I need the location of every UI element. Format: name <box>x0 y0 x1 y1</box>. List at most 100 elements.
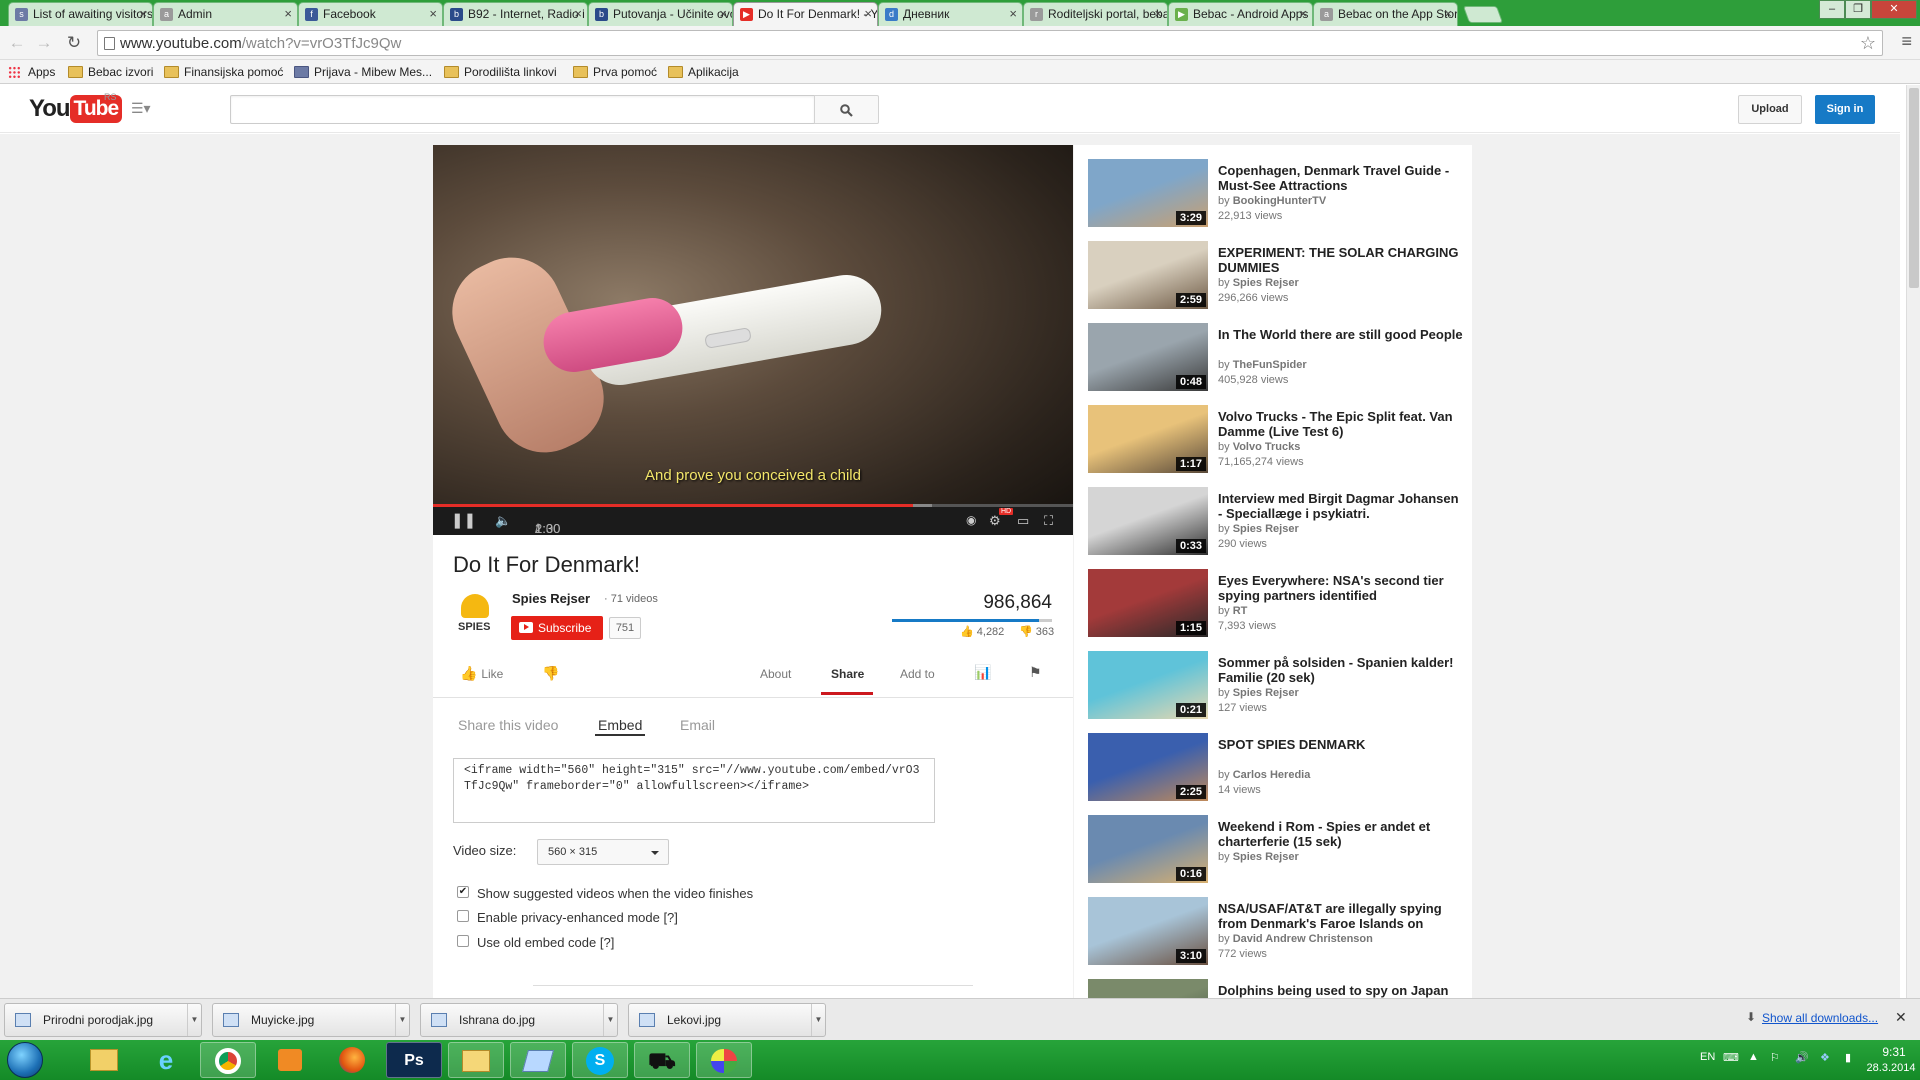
video-size-select[interactable]: 560 × 315 <box>537 839 669 865</box>
privacy-mode-checkbox[interactable] <box>457 910 469 922</box>
tab-share-this-video[interactable]: Share this video <box>458 717 558 733</box>
related-video-item[interactable]: 3:29 Copenhagen, Denmark Travel Guide - M… <box>1088 159 1468 229</box>
notepad-icon[interactable] <box>510 1042 566 1078</box>
tab-admin[interactable]: a Admin × <box>153 2 298 26</box>
firefox-icon[interactable] <box>324 1042 380 1078</box>
video-thumbnail[interactable]: 0:48 <box>1088 323 1208 391</box>
video-thumbnail[interactable]: 0:33 <box>1088 487 1208 555</box>
video-thumbnail[interactable]: 0:16 <box>1088 815 1208 883</box>
tab-putovanja[interactable]: b Putovanja - Učinite ovo × <box>588 2 733 26</box>
close-icon[interactable]: × <box>1009 3 1017 25</box>
paint-icon[interactable] <box>696 1042 752 1078</box>
tab-dnevnik[interactable]: d Дневник × <box>878 2 1023 26</box>
forward-arrow-icon[interactable]: → <box>32 31 56 55</box>
suggested-videos-checkbox[interactable]: ✔ <box>457 886 469 898</box>
channel-name-link[interactable]: Spies Rejser <box>512 591 590 606</box>
video-thumbnail[interactable]: 0:21 <box>1088 651 1208 719</box>
window-close-button[interactable]: ✕ <box>1871 0 1917 19</box>
close-icon[interactable]: ✕ <box>1895 1009 1907 1026</box>
channel-video-count[interactable]: · 71 videos <box>604 593 658 605</box>
related-video-title[interactable]: Copenhagen, Denmark Travel Guide - Must-… <box>1218 163 1463 193</box>
clock-date[interactable]: 28.3.2014 <box>1866 1062 1916 1074</box>
youtube-logo[interactable]: You Tube RS <box>29 92 123 123</box>
video-thumbnail[interactable]: 3:10 <box>1088 897 1208 965</box>
start-button[interactable] <box>7 1042 43 1078</box>
dropbox-icon[interactable]: ❖ <box>1820 1051 1830 1064</box>
chevron-down-icon[interactable]: ▼ <box>187 1004 201 1036</box>
download-item[interactable]: Prirodni porodjak.jpg ▼ <box>4 1003 202 1037</box>
address-bar[interactable]: www.youtube.com/watch?v=vrO3TfJc9Qw ☆ <box>97 30 1883 56</box>
related-video-title[interactable]: Interview med Birgit Dagmar Johansen - S… <box>1218 491 1463 521</box>
close-icon[interactable]: × <box>1444 3 1452 25</box>
close-icon[interactable]: × <box>574 3 582 25</box>
related-video-title[interactable]: Eyes Everywhere: NSA's second tier spyin… <box>1218 573 1463 603</box>
back-arrow-icon[interactable]: ← <box>5 31 29 55</box>
related-video-title[interactable]: NSA/USAF/AT&T are illegally spying from … <box>1218 901 1463 931</box>
mute-icon[interactable]: 🔈 <box>495 513 511 529</box>
guide-menu-icon[interactable]: ☰▾ <box>131 100 151 117</box>
chevron-down-icon[interactable]: ▼ <box>811 1004 825 1036</box>
video-thumbnail[interactable]: 1:17 <box>1088 405 1208 473</box>
video-player[interactable]: And prove you conceived a child ❚❚ 🔈 1:3… <box>433 145 1073 535</box>
video-thumbnail[interactable]: 3:29 <box>1088 159 1208 227</box>
related-video-title[interactable]: EXPERIMENT: THE SOLAR CHARGING DUMMIES <box>1218 245 1463 275</box>
bookmark-prijava-mibew[interactable]: Prijava - Mibew Mes... <box>294 64 432 80</box>
chevron-down-icon[interactable]: ▼ <box>395 1004 409 1036</box>
bookmark-porodilista-linkovi[interactable]: Porodilišta linkovi <box>444 64 557 80</box>
flag-icon[interactable]: ⚑ <box>1029 664 1042 681</box>
tab-youtube-active[interactable]: ▶ Do It For Denmark! - YouTube× <box>733 2 878 26</box>
fullscreen-icon[interactable]: ⛶ <box>1044 513 1053 529</box>
related-video-item[interactable]: 1:17 Volvo Trucks - The Epic Split feat. … <box>1088 405 1468 475</box>
chevron-down-icon[interactable]: ▼ <box>603 1004 617 1036</box>
related-video-title[interactable]: In The World there are still good People <box>1218 327 1463 342</box>
bookmark-finansijska-pomoc[interactable]: Finansijska pomoć <box>164 64 283 80</box>
related-video-title[interactable]: Weekend i Rom - Spies er andet et charte… <box>1218 819 1463 849</box>
tab-awaiting-visitors[interactable]: s List of awaiting visitors × <box>8 2 153 26</box>
tab-roditeljski-portal[interactable]: r Roditeljski portal, beba × <box>1023 2 1168 26</box>
related-video-item[interactable]: 0:33 Interview med Birgit Dagmar Johansen… <box>1088 487 1468 557</box>
page-scrollbar[interactable] <box>1906 85 1920 998</box>
tab-b92[interactable]: b B92 - Internet, Radio i TV× <box>443 2 588 26</box>
old-embed-checkbox[interactable] <box>457 935 469 947</box>
tab-google-play[interactable]: ▶ Bebac - Android Apps on Google Play× <box>1168 2 1313 26</box>
search-button[interactable] <box>814 95 879 124</box>
related-video-title[interactable]: SPOT SPIES DENMARK <box>1218 737 1463 752</box>
embed-code-textarea[interactable]: <iframe width="560" height="315" src="//… <box>453 758 935 823</box>
bookmark-star-icon[interactable]: ☆ <box>1860 33 1876 54</box>
close-icon[interactable]: × <box>864 3 872 25</box>
bookmark-bebac-izvori[interactable]: Bebac izvori <box>68 64 153 80</box>
channel-avatar[interactable]: SPIES <box>454 592 498 636</box>
annotations-icon[interactable]: ◉ <box>966 513 976 527</box>
bookmark-aplikacija[interactable]: Aplikacija <box>668 64 739 80</box>
photoshop-icon[interactable]: Ps <box>386 1042 442 1078</box>
related-video-item[interactable]: 0:21 Sommer på solsiden - Spanien kalder!… <box>1088 651 1468 721</box>
dislike-button[interactable]: 👎 <box>542 665 559 682</box>
internet-explorer-icon[interactable]: e <box>138 1042 194 1078</box>
action-center-icon[interactable]: ⚐ <box>1770 1051 1780 1064</box>
like-button[interactable]: 👍 Like <box>460 665 503 682</box>
related-video-item[interactable]: 0:16 Weekend i Rom - Spies er andet et ch… <box>1088 815 1468 885</box>
bookmark-prva-pomoc[interactable]: Prva pomoć <box>573 64 657 80</box>
tab-add-to[interactable]: Add to <box>900 667 935 681</box>
volume-icon[interactable]: 🔊 <box>1795 1051 1809 1064</box>
upload-button[interactable]: Upload <box>1738 95 1802 124</box>
close-icon[interactable]: × <box>429 3 437 25</box>
network-app-icon[interactable]: ⛟ <box>634 1042 690 1078</box>
download-item[interactable]: Ishrana do.jpg ▼ <box>420 1003 618 1037</box>
chrome-icon[interactable] <box>200 1042 256 1078</box>
related-video-title[interactable]: Volvo Trucks - The Epic Split feat. Van … <box>1218 409 1463 439</box>
show-hidden-icons-icon[interactable]: ▲ <box>1748 1051 1759 1063</box>
related-video-item[interactable]: Dolphins being used to spy on Japan <box>1088 979 1468 998</box>
search-input[interactable] <box>230 95 815 124</box>
minimize-button[interactable]: – <box>1819 0 1845 19</box>
close-icon[interactable]: × <box>719 3 727 25</box>
related-video-item[interactable]: 1:15 Eyes Everywhere: NSA's second tier s… <box>1088 569 1468 639</box>
video-thumbnail[interactable]: 2:59 <box>1088 241 1208 309</box>
sign-in-button[interactable]: Sign in <box>1815 95 1875 124</box>
new-tab-button[interactable] <box>1462 6 1504 23</box>
related-video-item[interactable]: 2:59 EXPERIMENT: THE SOLAR CHARGING DUMMI… <box>1088 241 1468 311</box>
related-video-item[interactable]: 2:25 SPOT SPIES DENMARK by Carlos Heredia 1… <box>1088 733 1468 803</box>
related-video-item[interactable]: 0:48 In The World there are still good Pe… <box>1088 323 1468 393</box>
close-icon[interactable]: × <box>1154 3 1162 25</box>
media-player-icon[interactable] <box>262 1042 318 1078</box>
